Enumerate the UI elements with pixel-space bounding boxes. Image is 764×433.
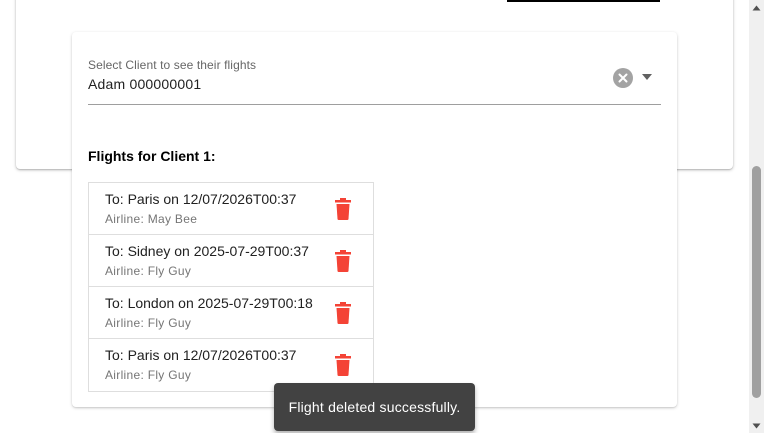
flight-item[interactable]: To: Paris on 12/07/2026T00:37 Airline: M…: [89, 183, 373, 235]
caret-down-icon[interactable]: [640, 72, 654, 82]
clear-circle-icon[interactable]: [613, 68, 633, 88]
snackbar: Flight deleted successfully.: [274, 383, 475, 431]
scrollbar-thumb[interactable]: [752, 166, 761, 398]
client-select-label: Select Client to see their flights: [88, 58, 257, 72]
page: Select Client to see their flights Adam …: [0, 0, 764, 433]
scroll-down-icon[interactable]: [749, 418, 764, 433]
trash-icon[interactable]: [333, 250, 353, 272]
flight-airline: Airline: May Bee: [105, 212, 198, 226]
snackbar-message: Flight deleted successfully.: [288, 399, 461, 415]
client-select-value[interactable]: Adam 000000001: [88, 76, 201, 92]
flight-airline: Airline: Fly Guy: [105, 316, 192, 330]
flight-title: To: Paris on 12/07/2026T00:37: [105, 347, 297, 363]
flight-title: To: London on 2025-07-29T00:18: [105, 295, 313, 311]
flights-heading: Flights for Client 1:: [88, 148, 216, 164]
flights-card: Select Client to see their flights Adam …: [72, 32, 677, 407]
flight-airline: Airline: Fly Guy: [105, 368, 192, 382]
flight-title: To: Paris on 12/07/2026T00:37: [105, 191, 297, 207]
trash-icon[interactable]: [333, 354, 353, 376]
trash-icon[interactable]: [333, 302, 353, 324]
flight-list: To: Paris on 12/07/2026T00:37 Airline: M…: [88, 182, 374, 392]
flight-item[interactable]: To: Sidney on 2025-07-29T00:37 Airline: …: [89, 235, 373, 287]
flight-title: To: Sidney on 2025-07-29T00:37: [105, 243, 309, 259]
vertical-scrollbar[interactable]: [749, 0, 764, 433]
top-divider: [507, 0, 660, 2]
trash-icon[interactable]: [333, 198, 353, 220]
flight-airline: Airline: Fly Guy: [105, 264, 192, 278]
scroll-up-icon[interactable]: [749, 0, 764, 15]
client-select[interactable]: Select Client to see their flights Adam …: [88, 58, 661, 105]
flight-item[interactable]: To: London on 2025-07-29T00:18 Airline: …: [89, 287, 373, 339]
